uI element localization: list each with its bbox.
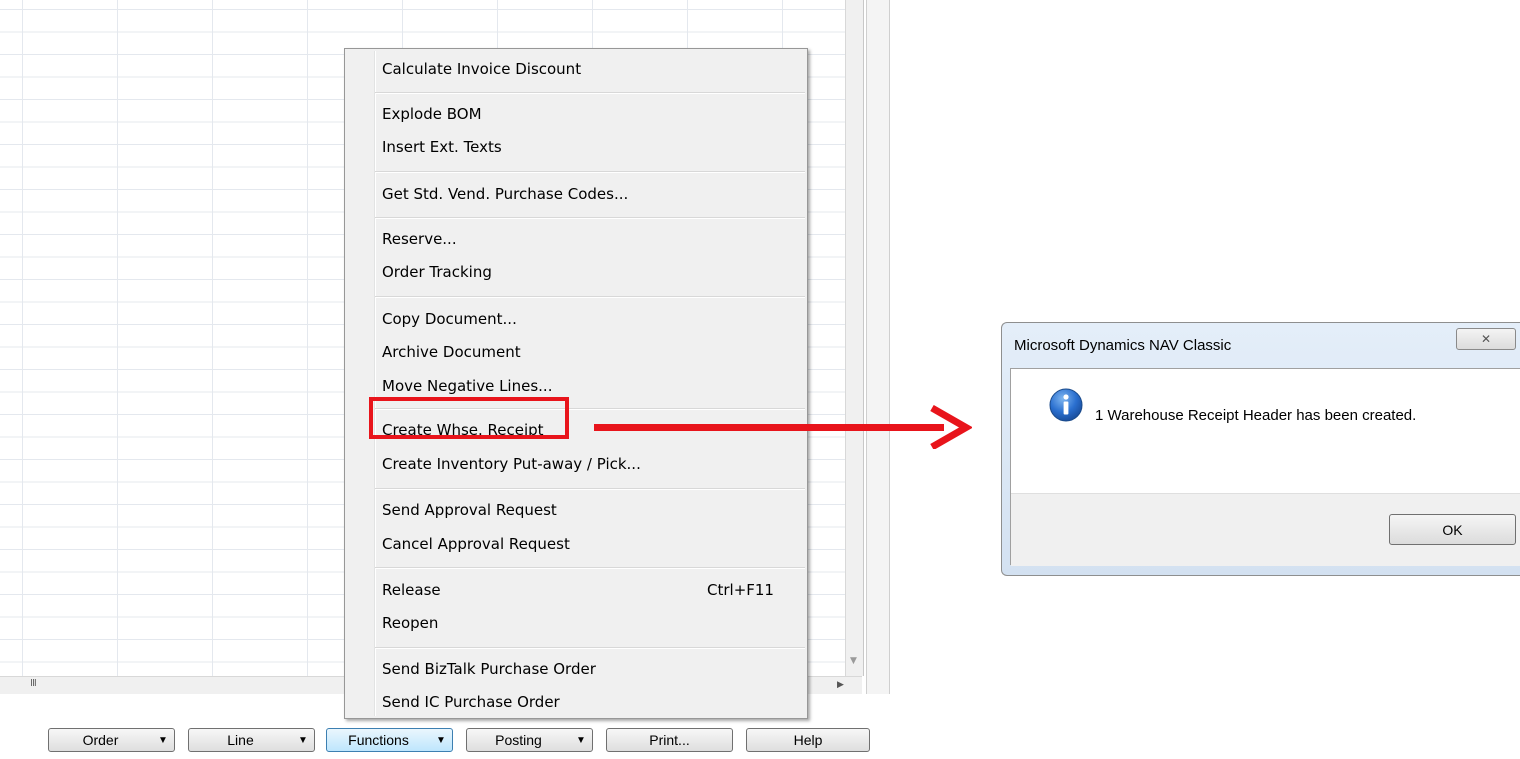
chevron-down-icon: ▼ (298, 734, 308, 746)
menu-separator (375, 217, 805, 219)
line-button-label: Line (227, 732, 254, 748)
scroll-down-arrow-icon[interactable]: ▼ (850, 656, 857, 666)
menu-item-create-inventory-put-away-pick[interactable]: Create Inventory Put-away / Pick... (382, 453, 641, 475)
menu-separator (375, 92, 805, 94)
menu-item-send-approval-request[interactable]: Send Approval Request (382, 499, 557, 521)
menu-item-explode-bom[interactable]: Explode BOM (382, 103, 482, 125)
menu-separator (375, 567, 805, 569)
scroll-grip-icon[interactable]: III (30, 678, 37, 689)
menu-separator (375, 171, 805, 173)
menu-separator (375, 296, 805, 298)
menu-item-send-ic-purchase-order[interactable]: Send IC Purchase Order (382, 691, 560, 713)
menu-item-release-label: Release (382, 581, 441, 599)
menu-item-release-shortcut: Ctrl+F11 (707, 581, 774, 599)
side-panel (866, 0, 890, 710)
help-button[interactable]: Help (746, 728, 870, 752)
dialog-title: Microsoft Dynamics NAV Classic (1014, 337, 1232, 354)
menu-item-order-tracking[interactable]: Order Tracking (382, 261, 492, 283)
menu-item-release[interactable]: Release (382, 579, 441, 601)
menu-item-move-negative-lines[interactable]: Move Negative Lines... (382, 375, 552, 397)
posting-button[interactable]: Posting ▼ (466, 728, 593, 752)
menu-item-copy-document[interactable]: Copy Document... (382, 308, 517, 330)
info-icon (1049, 388, 1083, 422)
message-dialog: Microsoft Dynamics NAV Classic ✕ 1 Wareh… (1001, 322, 1520, 576)
posting-button-label: Posting (495, 732, 542, 748)
dialog-body: 1 Warehouse Receipt Header has been crea… (1010, 368, 1520, 566)
chevron-down-icon: ▼ (436, 734, 446, 746)
menu-item-cancel-approval-request[interactable]: Cancel Approval Request (382, 533, 570, 555)
order-button[interactable]: Order ▼ (48, 728, 175, 752)
functions-menu: Calculate Invoice Discount Explode BOM I… (344, 48, 808, 719)
functions-button[interactable]: Functions ▼ (326, 728, 453, 752)
annotation-arrow-icon (594, 405, 972, 449)
print-button[interactable]: Print... (606, 728, 733, 752)
ok-button[interactable]: OK (1389, 514, 1516, 545)
chevron-down-icon: ▼ (576, 734, 586, 746)
line-button[interactable]: Line ▼ (188, 728, 315, 752)
menu-item-send-biztalk-purchase-order[interactable]: Send BizTalk Purchase Order (382, 658, 596, 680)
chevron-down-icon: ▼ (158, 734, 168, 746)
menu-item-get-std-vend-purchase-codes[interactable]: Get Std. Vend. Purchase Codes... (382, 183, 628, 205)
functions-button-label: Functions (348, 732, 409, 748)
menu-separator (375, 647, 805, 649)
print-button-label: Print... (649, 732, 690, 748)
order-button-label: Order (82, 732, 119, 748)
menu-item-archive-document[interactable]: Archive Document (382, 341, 521, 363)
vertical-scrollbar[interactable]: ▼ (845, 0, 864, 676)
menu-item-calculate-invoice-discount[interactable]: Calculate Invoice Discount (382, 58, 581, 80)
menu-separator (375, 488, 805, 490)
dialog-message: 1 Warehouse Receipt Header has been crea… (1095, 407, 1417, 424)
menu-item-reserve[interactable]: Reserve... (382, 228, 457, 250)
menu-item-insert-ext-texts[interactable]: Insert Ext. Texts (382, 136, 502, 158)
menu-item-reopen[interactable]: Reopen (382, 612, 438, 634)
highlight-box (369, 397, 569, 439)
menu-gutter (374, 51, 376, 716)
help-button-label: Help (793, 732, 823, 748)
scroll-right-arrow-icon[interactable]: ▶ (837, 680, 844, 690)
dialog-footer: OK (1011, 493, 1520, 566)
close-icon[interactable]: ✕ (1456, 328, 1516, 350)
